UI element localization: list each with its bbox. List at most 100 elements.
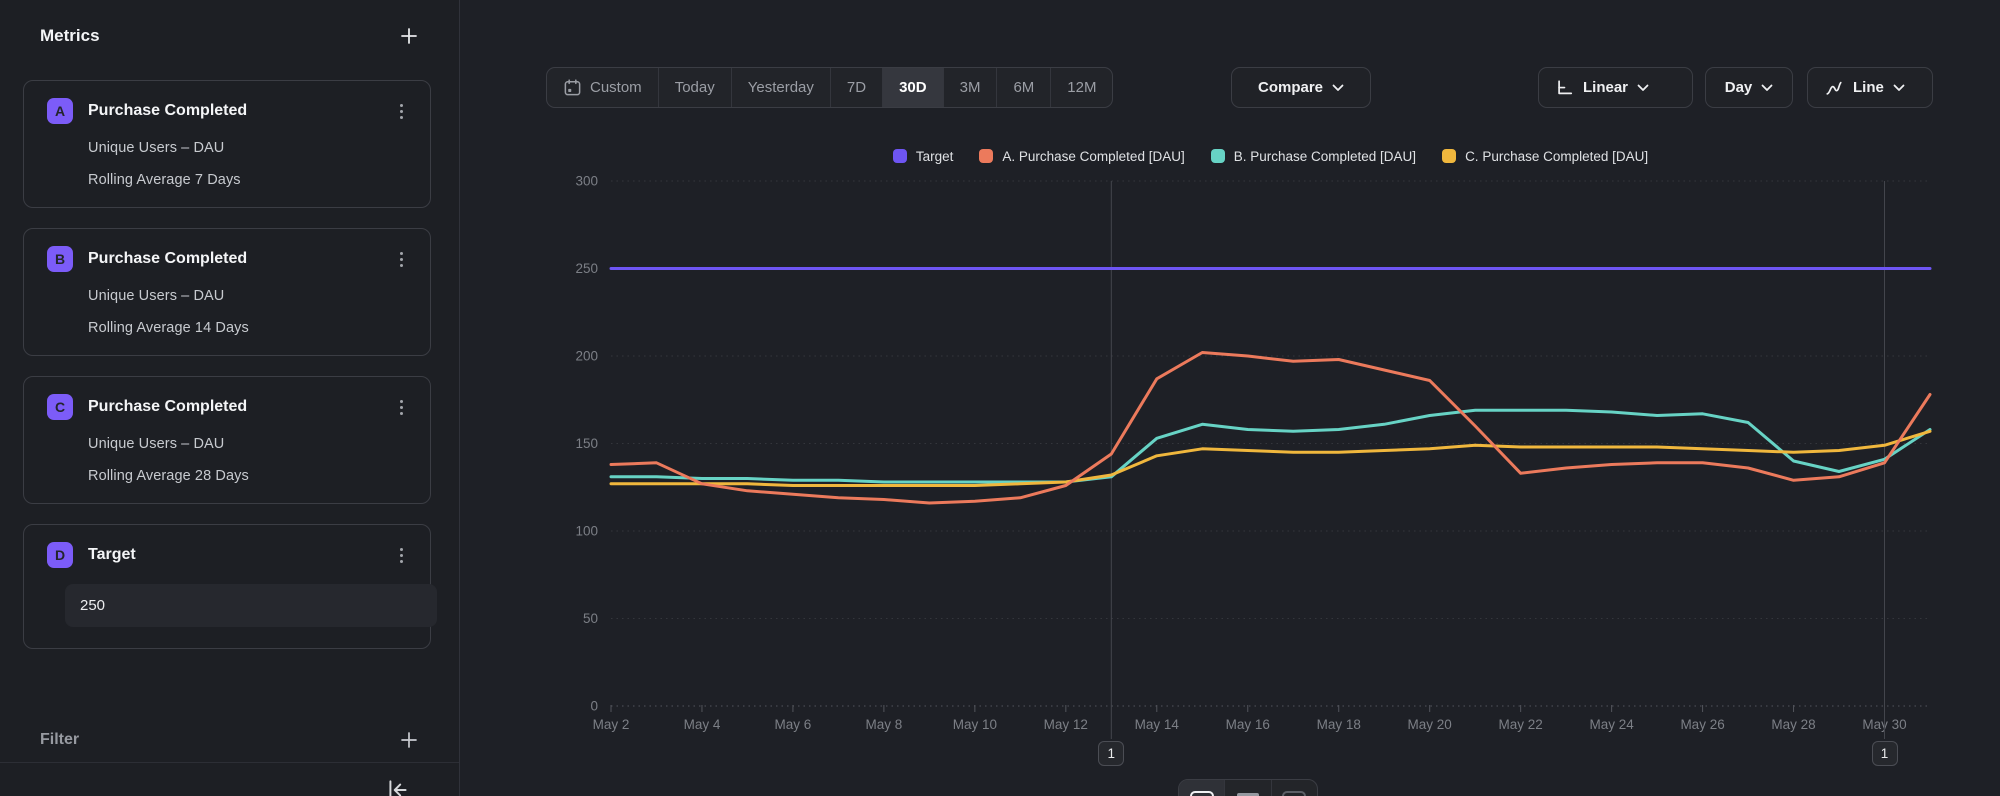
metric-card-a[interactable]: A Purchase Completed Unique Users – DAU … xyxy=(23,80,431,208)
x-axis-label: May 20 xyxy=(1408,717,1452,732)
y-axis-label-50: 50 xyxy=(583,611,598,626)
legend-label: Target xyxy=(916,149,954,164)
legend-swatch xyxy=(1442,149,1456,163)
legend-swatch xyxy=(979,149,993,163)
y-axis-label-150: 150 xyxy=(575,436,598,451)
y-axis-label-0: 0 xyxy=(590,699,598,714)
chevron-down-icon xyxy=(1761,84,1773,92)
annotation-badge-1[interactable]: 1 xyxy=(1872,741,1898,766)
x-axis-label: May 16 xyxy=(1226,717,1270,732)
x-axis-label: May 6 xyxy=(775,717,812,732)
chevron-down-icon xyxy=(1893,84,1905,92)
series-letter-badge: B xyxy=(47,246,73,272)
sidebar-title: Metrics xyxy=(40,26,100,46)
metrics-dashboard: 050100150200250300May 2May 4May 6May 8Ma… xyxy=(0,0,2000,796)
date-range-30d-selected[interactable]: 30D xyxy=(882,68,943,107)
chart-type-selector-button[interactable]: Line xyxy=(1807,67,1933,108)
x-axis-label: May 12 xyxy=(1044,717,1088,732)
line-chart-icon xyxy=(1824,79,1844,97)
view-switch-control xyxy=(1178,779,1318,796)
legend-item-2[interactable]: B. Purchase Completed [DAU] xyxy=(1211,149,1416,164)
annotation-badge-0[interactable]: 1 xyxy=(1098,741,1124,766)
date-range-yesterday[interactable]: Yesterday xyxy=(731,68,830,107)
x-axis-label: May 14 xyxy=(1135,717,1180,732)
filter-section-header: Filter xyxy=(40,726,423,754)
metric-title: Purchase Completed xyxy=(88,398,390,416)
view-card-button[interactable] xyxy=(1271,780,1317,796)
series-letter-badge: A xyxy=(47,98,73,124)
plus-icon xyxy=(399,730,419,750)
metric-measurement: Unique Users – DAU xyxy=(88,140,412,156)
series-line-c xyxy=(611,431,1930,485)
metric-card-list: A Purchase Completed Unique Users – DAU … xyxy=(23,80,431,669)
x-axis-label: May 22 xyxy=(1499,717,1543,732)
metric-card-c[interactable]: C Purchase Completed Unique Users – DAU … xyxy=(23,376,431,504)
card-view-icon xyxy=(1282,791,1306,796)
compare-button[interactable]: Compare xyxy=(1231,67,1371,108)
chart-type-label: Line xyxy=(1853,79,1884,96)
y-axis-label-200: 200 xyxy=(575,349,598,364)
legend-swatch xyxy=(1211,149,1225,163)
metric-rolling-average: Rolling Average 14 Days xyxy=(88,320,412,336)
date-range-label: Custom xyxy=(590,79,642,96)
view-chart-button[interactable] xyxy=(1179,780,1224,796)
series-letter-badge: C xyxy=(47,394,73,420)
x-axis-label: May 26 xyxy=(1680,717,1724,732)
date-range-label: 6M xyxy=(1013,79,1034,96)
legend-label: A. Purchase Completed [DAU] xyxy=(1002,149,1184,164)
date-range-label: 12M xyxy=(1067,79,1096,96)
metrics-sidebar: Metrics A Purchase Completed Unique User… xyxy=(0,0,460,796)
x-axis-label: May 8 xyxy=(866,717,903,732)
sidebar-footer xyxy=(0,762,459,796)
metric-rolling-average: Rolling Average 28 Days xyxy=(88,468,412,484)
metric-title: Purchase Completed xyxy=(88,102,390,120)
x-axis-label: May 4 xyxy=(684,717,721,732)
add-filter-button[interactable] xyxy=(395,726,423,754)
date-range-12m[interactable]: 12M xyxy=(1050,68,1112,107)
metric-title: Purchase Completed xyxy=(88,250,390,268)
date-range-label: 7D xyxy=(847,79,866,96)
legend-item-1[interactable]: A. Purchase Completed [DAU] xyxy=(979,149,1184,164)
legend-item-0[interactable]: Target xyxy=(893,149,954,164)
metric-measurement: Unique Users – DAU xyxy=(88,436,412,452)
kebab-menu-icon[interactable] xyxy=(390,246,412,272)
chart-legend: Target A. Purchase Completed [DAU] B. Purc… xyxy=(611,145,1930,167)
view-table-button[interactable] xyxy=(1224,780,1270,796)
date-range-label: 3M xyxy=(960,79,981,96)
scale-label: Linear xyxy=(1583,79,1628,96)
chevron-down-icon xyxy=(1332,84,1344,92)
metric-measurement: Unique Users – DAU xyxy=(88,288,412,304)
date-range-label: Yesterday xyxy=(748,79,814,96)
y-axis-label-250: 250 xyxy=(575,261,598,276)
date-range-6m[interactable]: 6M xyxy=(996,68,1050,107)
x-axis-label: May 28 xyxy=(1771,717,1815,732)
collapse-sidebar-button[interactable] xyxy=(385,777,411,796)
granularity-label: Day xyxy=(1725,79,1753,96)
filter-title: Filter xyxy=(40,731,79,749)
date-range-7d[interactable]: 7D xyxy=(830,68,882,107)
metric-card-head: A Purchase Completed xyxy=(47,98,412,124)
legend-item-3[interactable]: C. Purchase Completed [DAU] xyxy=(1442,149,1648,164)
compare-label: Compare xyxy=(1258,79,1323,96)
calendar-icon xyxy=(563,78,582,97)
metric-card-b[interactable]: B Purchase Completed Unique Users – DAU … xyxy=(23,228,431,356)
metric-card-head: B Purchase Completed xyxy=(47,246,412,272)
kebab-menu-icon[interactable] xyxy=(390,394,412,420)
date-range-label: Today xyxy=(675,79,715,96)
kebab-menu-icon[interactable] xyxy=(390,98,412,124)
granularity-selector-button[interactable]: Day xyxy=(1705,67,1793,108)
metric-card-target[interactable]: D Target xyxy=(23,524,431,649)
date-range-custom[interactable]: Custom xyxy=(547,68,658,107)
y-axis-label-100: 100 xyxy=(575,524,598,539)
series-letter-badge: D xyxy=(47,542,73,568)
date-range-today[interactable]: Today xyxy=(658,68,731,107)
linear-axes-icon xyxy=(1555,79,1574,97)
series-line-b xyxy=(611,410,1930,482)
plus-icon xyxy=(399,26,419,46)
target-value-input[interactable] xyxy=(65,584,437,627)
add-metric-button[interactable] xyxy=(395,22,423,50)
chart-view-icon xyxy=(1190,791,1214,796)
kebab-menu-icon[interactable] xyxy=(390,542,412,568)
date-range-3m[interactable]: 3M xyxy=(943,68,997,107)
scale-selector-button[interactable]: Linear xyxy=(1538,67,1693,108)
